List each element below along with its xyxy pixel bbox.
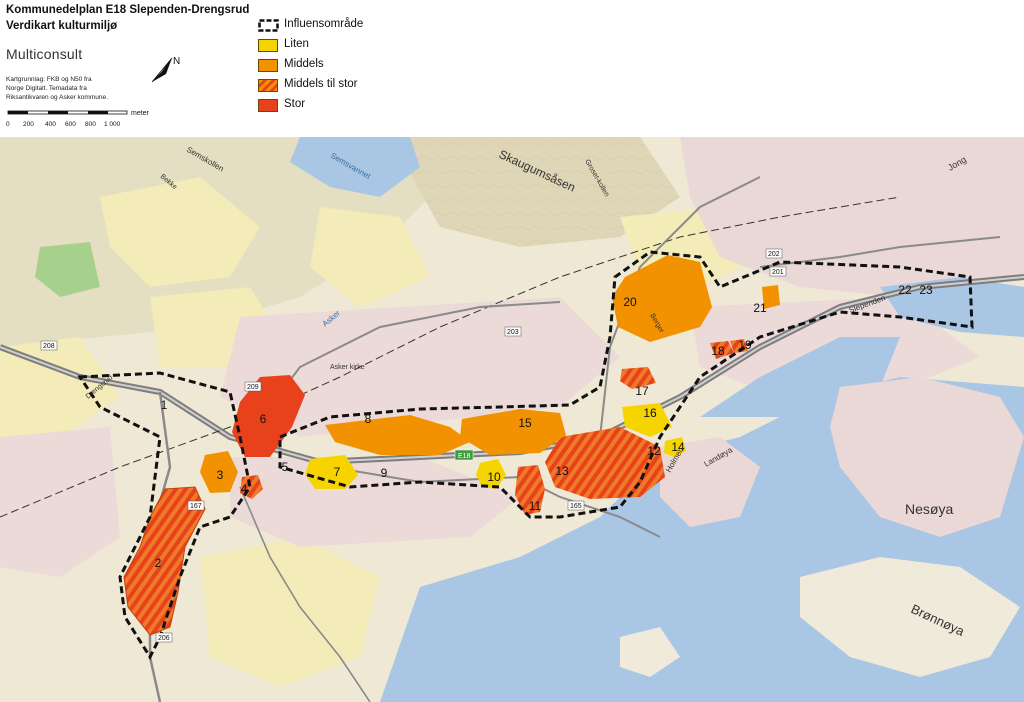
credits-line-2: Norge Digitalt. Temadata fra xyxy=(6,85,87,92)
scale-tick: 800 xyxy=(85,121,96,128)
legend-label: Liten xyxy=(284,38,309,50)
svg-text:203: 203 xyxy=(507,329,519,336)
area-label-7: 7 xyxy=(334,465,341,479)
svg-text:206: 206 xyxy=(158,635,170,642)
area-label-11: 11 xyxy=(529,499,542,513)
area-label-17: 17 xyxy=(635,384,649,398)
area-label-15: 15 xyxy=(518,416,532,430)
map-title: Kommunedelplan E18 Slependen-Drengsrud xyxy=(6,4,250,16)
svg-text:208: 208 xyxy=(43,343,55,350)
svg-text:202: 202 xyxy=(768,251,780,258)
area-label-12: 12 xyxy=(647,444,661,458)
legend-label: Middels til stor xyxy=(284,78,358,90)
area-label-8: 8 xyxy=(365,412,372,426)
area-label-6: 6 xyxy=(260,412,267,426)
area-label-2: 2 xyxy=(155,556,162,570)
area-label-22: 22 xyxy=(898,283,912,297)
legend-item-influence: Influensområde xyxy=(258,18,378,35)
area-label-13: 13 xyxy=(555,464,569,478)
road-shield: 209 xyxy=(244,381,262,392)
svg-text:N: N xyxy=(173,56,180,67)
road-shield: 167 xyxy=(187,500,205,511)
scale-tick: 200 xyxy=(23,121,34,128)
area-label-21: 21 xyxy=(753,301,767,315)
area-label-10: 10 xyxy=(487,470,501,484)
scale-tick: 0 xyxy=(6,121,10,128)
area-label-3: 3 xyxy=(217,468,224,482)
map-canvas[interactable]: 1 2 3 4 5 6 7 8 9 10 11 12 13 14 15 16 1… xyxy=(0,137,1024,702)
road-shield: 165 xyxy=(567,500,585,511)
swatch-liten xyxy=(258,39,278,52)
area-label-19: 19 xyxy=(738,338,752,352)
area-label-9: 9 xyxy=(381,466,388,480)
map-subtitle: Verdikart kulturmiljø xyxy=(6,20,118,32)
area-label-23: 23 xyxy=(919,283,933,297)
svg-text:209: 209 xyxy=(247,384,259,391)
road-shield: 208 xyxy=(40,340,58,351)
legend-item-middels-til-stor: Middels til stor xyxy=(258,78,398,95)
legend-label: Influensområde xyxy=(284,18,364,30)
map-header: Kommunedelplan E18 Slependen-Drengsrud V… xyxy=(0,0,1024,137)
legend-item-liten: Liten xyxy=(258,38,378,55)
scale-tick: 400 xyxy=(45,121,56,128)
area-label-18: 18 xyxy=(711,344,725,358)
legend-item-stor: Stor xyxy=(258,98,378,115)
legend-item-middels: Middels xyxy=(258,58,378,75)
dashed-outline-icon xyxy=(258,19,279,32)
swatch-middels xyxy=(258,59,278,72)
svg-text:165: 165 xyxy=(570,503,582,510)
area-label-5: 5 xyxy=(282,460,289,474)
svg-text:E18: E18 xyxy=(458,453,471,460)
scale-unit: meter xyxy=(131,110,150,117)
svg-text:167: 167 xyxy=(190,503,202,510)
road-shield: 203 xyxy=(504,326,522,337)
swatch-stor xyxy=(258,99,278,112)
credits-line-1: Kartgrunnlag: FKB og N50 fra xyxy=(6,76,92,83)
road-shield-e18: E18 xyxy=(454,449,474,461)
swatch-middels-til-stor xyxy=(258,79,278,92)
place-asker-kirke: Asker kirke xyxy=(330,364,365,371)
scale-tick: 600 xyxy=(65,121,76,128)
legend-label: Middels xyxy=(284,58,324,70)
road-shield: 201 xyxy=(769,266,787,277)
credits-line-3: Riksantikvaren og Asker kommune. xyxy=(6,94,108,101)
legend-label: Stor xyxy=(284,98,306,110)
area-label-20: 20 xyxy=(623,295,637,309)
place-nesoya: Nesøya xyxy=(905,501,953,517)
scale-tick: 1 000 xyxy=(104,121,121,128)
svg-text:201: 201 xyxy=(772,269,784,276)
area-label-16: 16 xyxy=(643,406,657,420)
north-arrow-icon: N xyxy=(151,56,180,83)
area-label-4: 4 xyxy=(241,482,248,496)
area-label-1: 1 xyxy=(161,398,168,412)
road-shield: 202 xyxy=(765,248,783,259)
road-shield: 206 xyxy=(155,632,173,643)
company-logo: Multiconsult xyxy=(6,46,83,62)
scale-bar: meter 0 200 400 600 800 1 000 xyxy=(6,110,150,128)
